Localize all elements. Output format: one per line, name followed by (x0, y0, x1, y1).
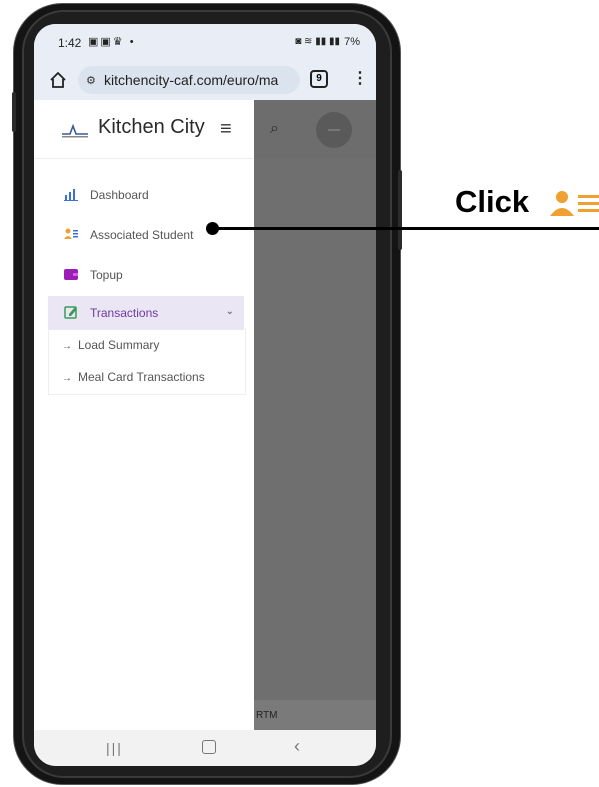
search-icon[interactable]: ⌕ (270, 120, 279, 138)
home-icon[interactable] (48, 70, 68, 90)
back-icon[interactable]: ‹ (294, 736, 300, 757)
footer-text: RTM (256, 710, 278, 721)
brand-title: Kitchen City (98, 116, 205, 138)
callout-line (214, 227, 599, 230)
sidebar-item-topup[interactable]: Topup (48, 258, 244, 292)
volume-button (12, 92, 16, 132)
address-bar[interactable]: ⚙ kitchencity-caf.com/euro/ma (78, 66, 300, 94)
notification-icons: ▣▣♛ • (88, 36, 136, 48)
chevron-down-icon[interactable]: ⌄ (226, 306, 234, 317)
sidebar-item-dashboard[interactable]: Dashboard (48, 178, 244, 212)
sidebar-item-label: Topup (90, 268, 123, 282)
arrow-right-icon: → (62, 341, 72, 352)
arrow-right-icon: → (62, 373, 72, 384)
tab-switcher-button[interactable]: 9 (310, 70, 328, 88)
submenu-item-load-summary[interactable]: → Load Summary (62, 338, 159, 352)
callout-dot (206, 222, 219, 235)
submenu-item-meal-card-transactions[interactable]: → Meal Card Transactions (62, 370, 205, 384)
avatar[interactable] (316, 112, 352, 148)
status-time: 1:42 (58, 36, 82, 50)
hamburger-menu-icon[interactable]: ≡ (220, 118, 232, 141)
sidebar: Kitchen City ≡ Dashboard Associated Stud… (34, 100, 254, 730)
signal-icons: ◙ ≋ ▮▮ ▮▮ (295, 36, 340, 47)
page-overlay[interactable]: ⌕ RTM (254, 100, 376, 730)
web-app: Kitchen City ≡ Dashboard Associated Stud… (34, 100, 376, 730)
power-button (398, 170, 402, 250)
browser-menu-icon[interactable]: ⋮ (352, 68, 368, 88)
brand-header: Kitchen City ≡ (34, 100, 254, 159)
sidebar-item-transactions[interactable]: Transactions ⌄ (48, 296, 244, 330)
sidebar-item-label: Transactions (90, 306, 159, 320)
student-list-icon (550, 191, 599, 216)
bar-chart-icon (64, 189, 78, 201)
browser-address-row: ⚙ kitchencity-caf.com/euro/ma 9 ⋮ (34, 60, 376, 100)
android-nav-bar: ||| ‹ (34, 730, 376, 766)
student-list-icon (64, 228, 78, 239)
overlay-header: ⌕ (254, 100, 376, 158)
battery-level: 7% (344, 36, 360, 48)
callout-text: Click (455, 184, 530, 219)
sidebar-item-label: Dashboard (90, 188, 149, 202)
url-text[interactable]: kitchencity-caf.com/euro/ma (104, 72, 278, 88)
brand-logo-icon (62, 123, 88, 138)
sidebar-item-label: Associated Student (90, 228, 194, 242)
phone-screen: 1:42 ▣▣♛ • ◙ ≋ ▮▮ ▮▮ 7% ⚙ kitchencity-ca… (34, 24, 376, 766)
edit-icon (64, 306, 77, 319)
home-button-icon[interactable] (202, 740, 216, 754)
submenu-item-label: Load Summary (78, 338, 160, 352)
recent-apps-icon[interactable]: ||| (106, 740, 123, 756)
wallet-icon (64, 269, 78, 280)
submenu-item-label: Meal Card Transactions (78, 370, 205, 384)
site-settings-icon[interactable]: ⚙ (86, 74, 96, 87)
status-bar: 1:42 ▣▣♛ • ◙ ≋ ▮▮ ▮▮ 7% (34, 24, 376, 60)
